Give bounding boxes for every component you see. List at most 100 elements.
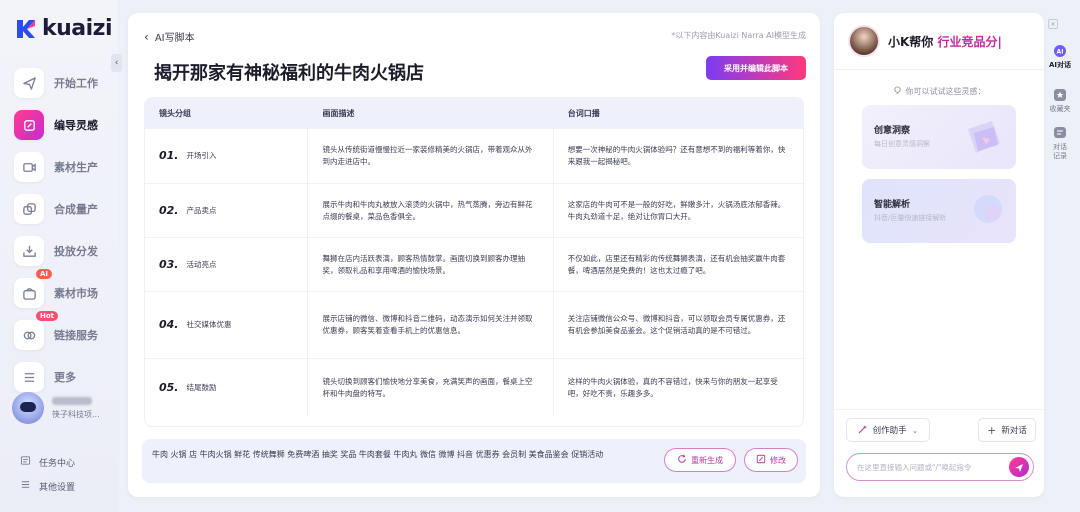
row-description: 镜头从传统街道慢慢拉近一家装修精美的火锅店，带着观众从外到内走进店中。 xyxy=(322,145,533,166)
pen-icon xyxy=(14,110,44,140)
sidebar-item-more[interactable]: 更多 xyxy=(14,360,106,394)
svg-text:AI: AI xyxy=(1057,49,1064,56)
row-voiceover: 关注店铺微信公众号、微博和抖音，可以领取会员专属优惠券，还有机会参加美食品鉴会。… xyxy=(567,314,786,335)
sidebar-item-start-work[interactable]: 开始工作 xyxy=(14,66,106,100)
ai-header: 小K帮你 行业竞品分| xyxy=(848,25,1002,57)
edit-button[interactable]: 修改 xyxy=(744,448,798,472)
ai-source-note: *以下内容由Kuaizi Narra AI模型生成 xyxy=(671,31,806,40)
sidebar-item-label: 链接服务 xyxy=(54,329,98,342)
sidebar-item-director-inspiration[interactable]: 编导灵感 xyxy=(14,108,106,142)
adopt-and-edit-button[interactable]: 采用并编辑此脚本 xyxy=(706,56,806,80)
regenerate-label: 重新生成 xyxy=(691,455,723,465)
bulb-icon xyxy=(893,86,902,97)
row-description: 展示牛肉和牛肉丸被放入滚烫的火锅中，热气蒸腾，旁边有鲜花点缀的餐桌，菜品色香俱全… xyxy=(322,199,533,221)
row-description: 展示店铺的微信、微博和抖音二维码，动态演示如何关注并领取优惠券，顾客笑着查看手机… xyxy=(322,314,533,335)
menu-icon xyxy=(14,362,44,392)
inbox-icon xyxy=(14,236,44,266)
right-rail: × AI AI对话 收藏夹 对话记录 xyxy=(1044,13,1076,497)
row-segment: 活动亮点 xyxy=(186,259,217,269)
sidebar-item-mass-synthesis[interactable]: 合成量产 xyxy=(14,192,106,226)
star-icon xyxy=(1052,87,1068,103)
row-description: 舞狮在店内活跃表演，顾客热情鼓掌。画面切换到顾客办理抽奖，领取礼品和享用啤酒的愉… xyxy=(322,253,525,275)
rail-ai-chat[interactable]: AI AI对话 xyxy=(1044,43,1076,70)
task-center-link[interactable]: 任务中心 xyxy=(20,455,75,469)
rail-label: AI对话 xyxy=(1048,61,1072,69)
assistant-title-prefix: 小K帮你 xyxy=(888,34,934,49)
ai-assistant-panel: 小K帮你 行业竞品分| 你可以试试这些灵感： 创意洞察 每日创意灵感洞察 智能解… xyxy=(834,13,1044,497)
sidebar-item-label: 合成量产 xyxy=(54,203,98,216)
card-decoration-icon xyxy=(962,115,1006,159)
page-title: 揭开那家有神秘福利的牛肉火锅店 xyxy=(154,63,424,84)
keyword-list: 牛肉 火锅 店 牛肉火锅 鲜花 传统舞狮 免费啤酒 抽奖 奖品 牛肉套餐 牛肉丸… xyxy=(152,450,604,459)
task-icon xyxy=(20,455,31,469)
row-description: 镜头切换到顾客们愉快地分享美食，充满笑声的画面，餐桌上空杯和牛肉盘的特写。 xyxy=(322,376,533,398)
paper-plane-icon xyxy=(1014,458,1024,477)
row-voiceover: 这样的牛肉火锅体验，真的不容错过，快来与你的朋友一起享受吧，好吃不贵，乐趣多多。 xyxy=(567,376,778,398)
collapse-sidebar-button[interactable]: ‹ xyxy=(111,54,122,72)
creation-assistant-label: 创作助手 xyxy=(872,426,907,436)
edit-label: 修改 xyxy=(770,455,786,465)
sidebar-item-distribution[interactable]: 投放分发 xyxy=(14,234,106,268)
row-segment: 开场引入 xyxy=(186,151,217,160)
back-label: AI写脚本 xyxy=(154,33,195,44)
table-row[interactable]: 01. 开场引入 镜头从传统街道慢慢拉近一家装修精美的火锅店，带着观众从外到内走进… xyxy=(145,128,803,183)
chevron-left-icon: ‹ xyxy=(144,29,149,44)
chevron-down-icon: ⌄ xyxy=(911,425,919,435)
header-scene-desc: 画面描述 xyxy=(322,108,355,118)
script-panel: ‹ AI写脚本 *以下内容由Kuaizi Narra AI模型生成 揭开那家有神… xyxy=(128,13,820,497)
creative-insight-card[interactable]: 创意洞察 每日创意灵感洞察 xyxy=(862,105,1016,169)
regenerate-button[interactable]: 重新生成 xyxy=(664,448,736,472)
row-number: 03. xyxy=(159,257,179,271)
plus-icon: + xyxy=(987,423,997,437)
table-row[interactable]: 05. 结尾鼓励 镜头切换到顾客们愉快地分享美食，充满笑声的画面，餐桌上空杯和牛肉… xyxy=(145,358,803,416)
card-subtitle: 每日创意灵感洞察 xyxy=(874,140,930,148)
table-row[interactable]: 03. 活动亮点 舞狮在店内活跃表演，顾客热情鼓掌。画面切换到顾客办理抽奖，领取礼… xyxy=(145,237,803,291)
assistant-title-highlight: 行业竞品分 xyxy=(937,34,998,49)
sidebar-item-link-service[interactable]: Hot 链接服务 xyxy=(14,311,106,352)
row-voiceover: 想要一次神秘的牛肉火锅体验吗？还有意想不到的福利等着你，快来跟我一起揭秘吧。 xyxy=(567,145,786,166)
typing-cursor: | xyxy=(997,34,1002,49)
other-settings-label: 其他设置 xyxy=(39,482,76,493)
hot-badge: Hot xyxy=(36,311,59,321)
smart-parse-card[interactable]: 智能解析 抖音/巨量快速链接解析 xyxy=(862,179,1016,243)
sidebar-item-label: 素材市场 xyxy=(54,287,98,300)
divider xyxy=(834,409,1044,410)
ai-badge: AI xyxy=(36,269,53,279)
user-name-blurred xyxy=(52,396,92,405)
layers-icon xyxy=(14,194,44,224)
kuaizi-logo-icon xyxy=(14,17,38,41)
card-title: 智能解析 xyxy=(874,200,911,210)
close-icon[interactable]: × xyxy=(1048,19,1058,29)
table-row[interactable]: 04. 社交媒体优惠 展示店铺的微信、微博和抖音二维码，动态演示如何关注并领取优惠… xyxy=(145,291,803,358)
rail-favorites[interactable]: 收藏夹 xyxy=(1044,87,1076,114)
edit-icon xyxy=(756,454,766,466)
other-settings-link[interactable]: 其他设置 xyxy=(20,479,75,493)
row-number: 04. xyxy=(159,318,179,331)
inspiration-hint: 你可以试试这些灵感： xyxy=(834,86,1044,97)
header-shot-group: 镜头分组 xyxy=(159,108,191,118)
chat-input[interactable] xyxy=(847,462,1007,472)
sidebar-item-label: 素材生产 xyxy=(54,161,98,174)
row-number: 01. xyxy=(159,149,179,162)
send-icon xyxy=(14,68,44,98)
sidebar-item-label: 更多 xyxy=(54,371,76,384)
logo-text: kuaizi xyxy=(42,16,113,41)
link-icon xyxy=(14,320,44,350)
rail-chat-history[interactable]: 对话记录 xyxy=(1044,125,1076,161)
user-profile[interactable]: 筷子科技项... xyxy=(12,392,100,424)
bag-icon xyxy=(14,278,44,308)
back-button[interactable]: ‹ AI写脚本 xyxy=(144,29,195,45)
creation-assistant-dropdown[interactable]: 创作助手 ⌄ xyxy=(846,418,930,442)
app-logo[interactable]: kuaizi xyxy=(14,16,113,41)
new-chat-button[interactable]: + 新对话 xyxy=(978,418,1036,442)
sidebar-item-label: 投放分发 xyxy=(54,245,98,258)
script-table: 镜头分组 画面描述 台词口播 01. 开场引入 镜头从传统街道慢慢拉近一家装修精美… xyxy=(144,97,804,427)
user-org: 筷子科技项... xyxy=(52,409,100,419)
send-button[interactable] xyxy=(1009,457,1029,477)
sidebar-item-material-market[interactable]: AI 素材市场 xyxy=(14,269,106,310)
row-segment: 结尾鼓励 xyxy=(186,382,217,392)
assistant-title: 小K帮你 行业竞品分| xyxy=(888,33,1002,50)
table-row[interactable]: 02. 产品卖点 展示牛肉和牛肉丸被放入滚烫的火锅中，热气蒸腾，旁边有鲜花点缀的餐… xyxy=(145,183,803,237)
sidebar-item-material-production[interactable]: 素材生产 xyxy=(14,150,106,184)
keyword-bar: 牛肉 火锅 店 牛肉火锅 鲜花 传统舞狮 免费啤酒 抽奖 奖品 牛肉套餐 牛肉丸… xyxy=(142,439,806,483)
